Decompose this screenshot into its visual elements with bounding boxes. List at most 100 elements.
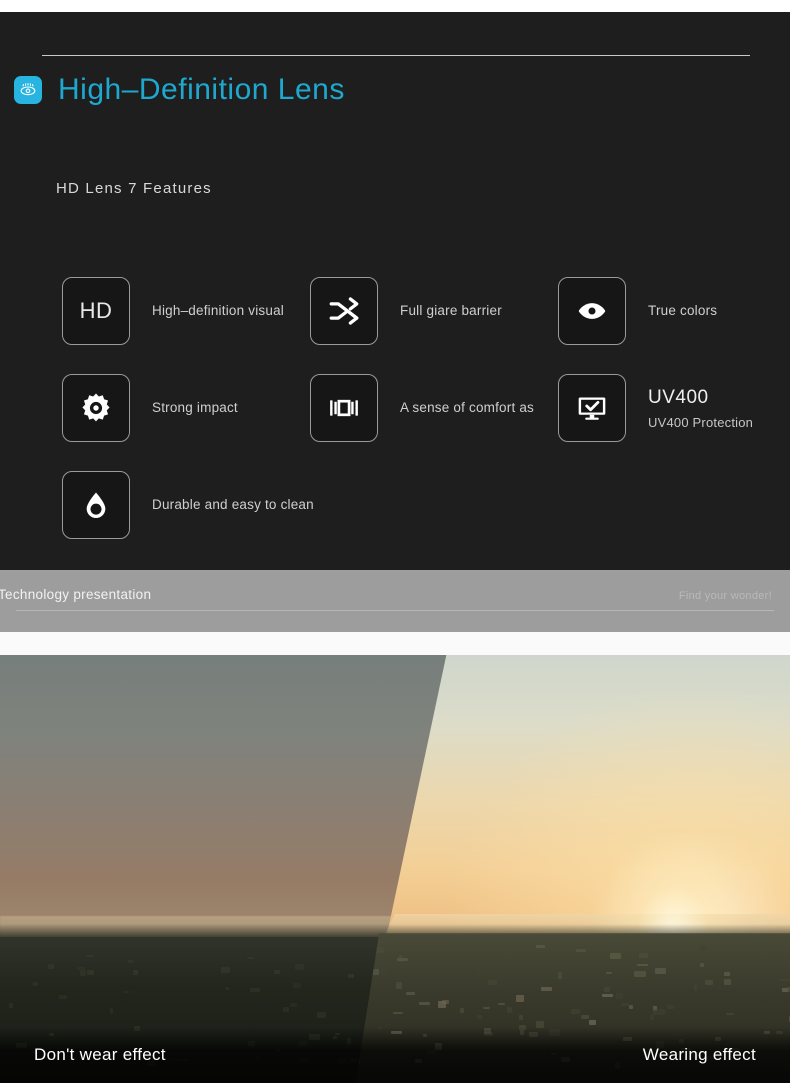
feature-item-strong-impact: Strong impact [62,374,310,442]
building-speck [634,971,645,977]
building-speck [247,957,254,959]
building-speck [80,970,86,976]
building-speck [250,988,261,992]
building-speck [536,945,546,948]
building-speck [123,991,129,993]
building-speck [507,1007,512,1012]
building-speck [9,1003,13,1008]
feature-row: Durable and easy to clean [62,471,762,539]
building-speck [133,970,138,975]
building-speck [295,964,304,970]
building-speck [421,962,424,968]
building-speck [602,994,613,998]
building-speck [290,1003,297,1006]
building-speck [419,1002,430,1005]
building-speck [442,1000,448,1004]
monitor-check-icon [558,374,626,442]
building-speck [639,953,648,958]
page-title: High–Definition Lens [14,75,345,105]
footer-band: Technology presentation Find your wonder… [0,570,790,632]
building-speck [396,982,402,989]
building-speck [48,964,54,969]
building-speck [406,992,415,995]
footer-band-divider [16,610,774,611]
building-speck [604,987,610,992]
building-speck [694,984,697,991]
building-speck [348,974,353,978]
building-speck [516,995,524,1001]
building-speck [293,983,302,988]
left-caption: Don't wear effect [34,1045,166,1065]
water-drop-icon [62,471,130,539]
building-speck [498,1003,505,1006]
uv400-subtitle: UV400 Protection [648,414,753,432]
footer-band-right-label: Find your wonder! [679,590,772,602]
building-speck [225,987,229,990]
building-speck [221,967,229,973]
building-speck [380,968,388,974]
building-speck [110,1008,113,1014]
comparison-photo: Don't wear effect Wearing effect [0,655,790,1083]
building-speck [780,979,790,982]
building-speck [700,963,705,967]
building-speck [59,995,68,999]
gear-icon [62,374,130,442]
feature-item-comfort: A sense of comfort as [310,374,558,442]
header-divider [42,55,750,56]
building-speck [616,993,623,998]
building-speck [477,1015,482,1020]
building-speck [488,980,497,985]
building-speck [700,946,706,952]
building-speck [558,972,562,979]
right-caption: Wearing effect [643,1045,756,1065]
building-speck [629,1005,634,1009]
building-speck [724,972,730,975]
building-speck [460,1008,464,1013]
white-gap [0,632,790,655]
feature-grid: HD High–definition visual Full giare bar… [62,277,762,568]
hd-icon-label: HD [80,298,113,324]
feature-row: Strong impact A sense of comfort as UV40… [62,374,762,442]
feature-label: High–definition visual [152,302,284,320]
building-speck [393,1012,403,1015]
hd-text-icon: HD [62,277,130,345]
building-speck [581,1015,590,1019]
feature-label: True colors [648,302,717,320]
feature-item-durable: Durable and easy to clean [62,471,314,539]
building-speck [128,960,133,963]
feature-label: Strong impact [152,399,238,417]
feature-item-glare: Full giare barrier [310,277,558,345]
eye-icon [14,76,42,104]
building-speck [589,1020,596,1025]
feature-row: HD High–definition visual Full giare bar… [62,277,762,345]
feature-item-uv400: UV400 UV400 Protection [558,374,753,442]
panorama-icon [310,374,378,442]
building-speck [483,1007,490,1009]
features-panel: High–Definition Lens HD Lens 7 Features … [0,12,790,570]
building-speck [317,1012,326,1018]
eye-icon [558,277,626,345]
building-speck [476,972,484,976]
building-speck [86,955,94,957]
building-speck [571,1009,580,1014]
uv400-title: UV400 [648,385,753,411]
top-white-strip [0,0,790,12]
feature-item-true-colors: True colors [558,277,717,345]
building-speck [519,1015,523,1020]
feature-label: Durable and easy to clean [152,496,314,514]
building-speck [274,970,281,974]
building-speck [33,982,38,986]
building-speck [606,972,612,975]
feature-label: A sense of comfort as [400,399,534,417]
building-speck [399,955,403,962]
shuffle-icon [310,277,378,345]
building-speck [87,970,94,976]
building-speck [724,979,731,985]
building-speck [610,953,621,959]
feature-item-hd: HD High–definition visual [62,277,310,345]
building-speck [667,1005,674,1008]
building-speck [576,949,586,952]
page-title-text: High–Definition Lens [58,75,345,105]
building-speck [653,1009,665,1015]
building-speck [726,1013,733,1015]
